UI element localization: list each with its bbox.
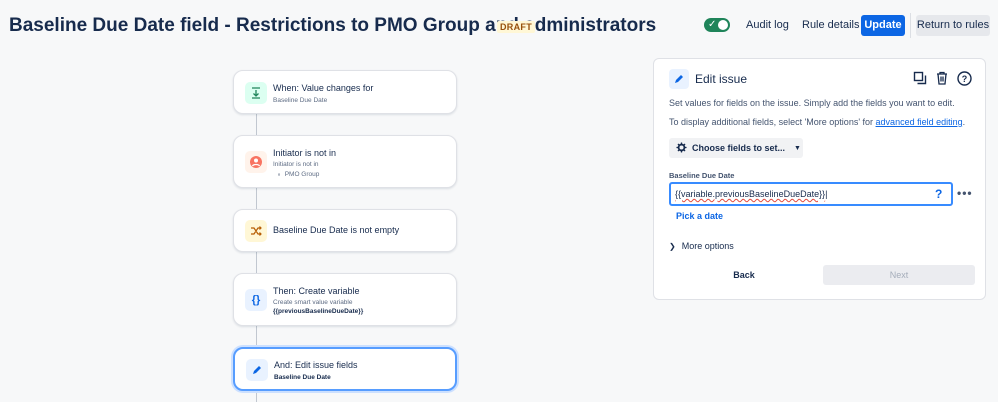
step-title: Baseline Due Date is not empty (273, 225, 400, 235)
chevron-right-icon: ❯ (669, 242, 676, 251)
rule-details-button[interactable]: Rule details (802, 15, 859, 36)
flow-step-edit-issue[interactable]: And: Edit issue fields Baseline Due Date (233, 347, 457, 391)
back-button[interactable]: Back (669, 265, 819, 285)
step-subtitle: Baseline Due Date (273, 97, 328, 104)
pick-a-date-link[interactable]: Pick a date (676, 211, 723, 221)
flow-step-condition-field[interactable]: Baseline Due Date is not empty (233, 209, 457, 252)
flow-step-create-variable[interactable]: {} Then: Create variable Create smart va… (233, 273, 457, 326)
choose-fields-button[interactable]: Choose fields to set... ▼ (669, 138, 803, 158)
copy-icon[interactable] (911, 69, 929, 87)
panel-toolbar: ? (911, 69, 973, 87)
status-badge: DRAFT (497, 21, 535, 33)
chevron-down-icon: ▼ (794, 144, 801, 152)
more-actions-icon[interactable]: ••• (957, 186, 973, 200)
step-variable-name: {{previousBaselineDueDate}} (273, 308, 364, 315)
panel-description: Set values for fields on the issue. Simp… (669, 98, 955, 108)
panel-description-advanced: To display additional fields, select 'Mo… (669, 117, 966, 127)
update-button[interactable]: Update (861, 15, 905, 36)
svg-text:?: ? (961, 74, 967, 84)
gear-icon (676, 141, 687, 155)
baseline-due-date-input[interactable]: {{variable.previousBaselineDueDate}}| (669, 182, 953, 206)
flow-step-trigger[interactable]: When: Value changes for Baseline Due Dat… (233, 70, 457, 114)
check-icon: ✓ (708, 19, 717, 30)
field-label: Baseline Due Date (669, 171, 735, 180)
toggle-knob (718, 20, 728, 30)
pencil-icon (669, 69, 689, 89)
braces-icon: {} (245, 289, 267, 311)
trigger-icon (245, 82, 267, 104)
more-options-toggle[interactable]: ❯ More options (669, 241, 734, 251)
advanced-field-editing-link[interactable]: advanced field editing (876, 117, 963, 127)
step-title: Initiator is not in (273, 148, 337, 158)
pencil-icon (246, 359, 268, 381)
user-condition-icon (245, 151, 267, 173)
field-help-icon[interactable]: ? (935, 187, 942, 201)
step-group-item: ∘ PMO Group (277, 171, 320, 178)
choose-fields-label: Choose fields to set... (692, 143, 786, 153)
audit-log-button[interactable]: Audit log (746, 15, 789, 36)
next-button[interactable]: Next (823, 265, 975, 285)
rule-enabled-toggle[interactable]: ✓ (704, 18, 730, 32)
return-to-rules-button[interactable]: Return to rules (916, 15, 990, 36)
header-divider (910, 13, 911, 38)
edit-issue-panel: Edit issue ? Set values for fields on th… (653, 58, 986, 300)
shuffle-icon (245, 220, 267, 242)
trash-icon[interactable] (933, 69, 951, 87)
step-subtitle: Initiator is not in (273, 161, 319, 168)
flow-step-condition-initiator[interactable]: Initiator is not in Initiator is not in … (233, 135, 457, 188)
step-title: When: Value changes for (273, 83, 374, 93)
step-subtitle: Baseline Due Date (274, 374, 331, 381)
page-title: Baseline Due Date field - Restrictions t… (9, 15, 657, 36)
step-title: Then: Create variable (273, 286, 360, 296)
panel-title: Edit issue (695, 72, 748, 86)
help-icon[interactable]: ? (955, 69, 973, 87)
step-subtitle: Create smart value variable (273, 299, 353, 306)
step-title: And: Edit issue fields (274, 360, 358, 370)
